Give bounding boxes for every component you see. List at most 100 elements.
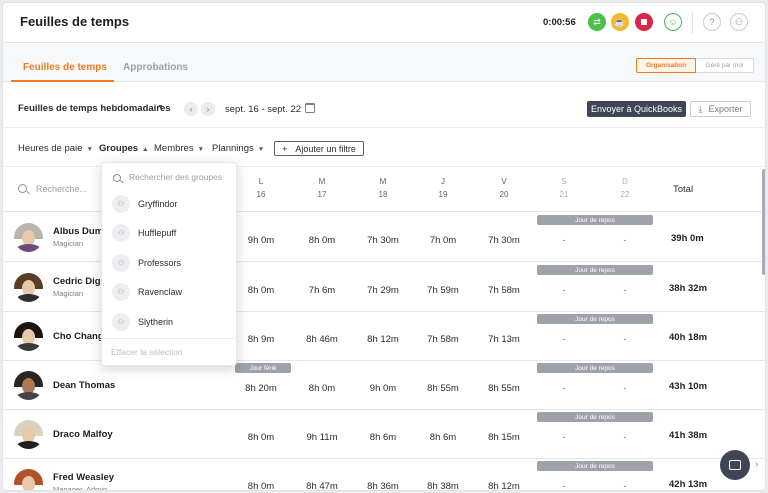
day-header: D 22	[620, 177, 630, 199]
switch-icon: ⇄	[593, 16, 601, 27]
dropdown-divider	[102, 338, 238, 339]
clear-selection-button[interactable]: Effacer la sélection	[111, 347, 183, 357]
table-row[interactable]: Fred Weasley Manager, Admin Jour de repo…	[3, 459, 765, 490]
member-role: Magician	[53, 239, 84, 248]
filter-members[interactable]: Membres ▼	[154, 143, 204, 154]
calendar-icon[interactable]	[305, 103, 315, 113]
time-cell[interactable]: 8h 38m	[413, 481, 473, 490]
filter-groups[interactable]: Groupes ▲	[99, 143, 149, 154]
chevron-right-icon[interactable]: ›	[755, 459, 758, 470]
time-cell[interactable]: 7h 29m	[353, 285, 413, 296]
time-cell[interactable]: 8h 0m	[231, 432, 291, 443]
group-search-input[interactable]: Rechercher des groupes	[129, 172, 233, 182]
total-column-header: Total	[673, 184, 694, 195]
time-cell[interactable]: -	[534, 334, 594, 345]
avatar	[14, 223, 43, 252]
row-total: 43h 10m	[669, 381, 708, 392]
time-cell[interactable]: -	[534, 383, 594, 394]
group-option-label: Gryffindor	[138, 199, 178, 209]
day-header: M 18	[378, 177, 388, 199]
time-cell[interactable]: 7h 30m	[353, 235, 413, 246]
send-to-quickbooks-button[interactable]: Envoyer à QuickBooks	[587, 101, 686, 117]
group-option-gryffindor[interactable]: ⚇ Gryffindor	[102, 190, 238, 219]
table-row[interactable]: Dean Thomas Jour férié Jour de repos 8h …	[3, 361, 765, 410]
time-cell[interactable]: 8h 0m	[292, 235, 352, 246]
add-filter-button[interactable]: + Ajouter un filtre	[274, 141, 364, 156]
time-cell[interactable]: 9h 0m	[353, 383, 413, 394]
caret-down-icon[interactable]: ▼	[157, 104, 164, 111]
scope-organisation-toggle[interactable]: Organisation	[636, 58, 696, 73]
chat-button[interactable]	[720, 450, 750, 480]
export-label: Exporter	[708, 104, 743, 114]
time-cell[interactable]: 7h 6m	[292, 285, 352, 296]
time-cell[interactable]: 8h 0m	[231, 285, 291, 296]
export-button[interactable]: ⤓ Exporter	[690, 101, 751, 117]
time-cell[interactable]: 7h 30m	[474, 235, 534, 246]
filter-schedules[interactable]: Plannings ▼	[212, 143, 264, 154]
time-cell[interactable]: 7h 58m	[474, 285, 534, 296]
time-cell[interactable]: 7h 0m	[413, 235, 473, 246]
group-option-ravenclaw[interactable]: ⚇ Ravenclaw	[102, 278, 238, 307]
time-cell[interactable]: -	[595, 432, 655, 443]
previous-week-button[interactable]: ‹	[184, 102, 198, 116]
scope-managed-toggle[interactable]: Géré par moi	[696, 58, 754, 73]
view-selector[interactable]: Feuilles de temps hebdomadaires	[18, 103, 171, 114]
time-cell[interactable]: -	[595, 285, 655, 296]
time-cell[interactable]: 8h 20m	[231, 383, 291, 394]
time-cell[interactable]: 8h 55m	[474, 383, 534, 394]
time-cell[interactable]: 8h 9m	[231, 334, 291, 345]
time-cell[interactable]: 8h 0m	[292, 383, 352, 394]
time-cell[interactable]: -	[534, 432, 594, 443]
search-icon	[18, 184, 27, 193]
time-cell[interactable]: -	[534, 285, 594, 296]
tab-timesheets[interactable]: Feuilles de temps	[23, 62, 107, 73]
time-cell[interactable]: -	[595, 235, 655, 246]
time-cell[interactable]: 8h 6m	[353, 432, 413, 443]
time-cell[interactable]: -	[534, 481, 594, 490]
stop-icon	[641, 19, 647, 25]
filter-pay-hours[interactable]: Heures de paie ▼	[18, 143, 93, 154]
group-option-label: Slytherin	[138, 317, 174, 327]
help-button[interactable]: ?	[703, 13, 721, 31]
time-cell[interactable]: 9h 11m	[292, 432, 352, 443]
time-cell[interactable]: 8h 47m	[292, 481, 352, 490]
switch-task-button[interactable]: ⇄	[588, 13, 606, 31]
scrollbar[interactable]	[762, 169, 765, 275]
avatar	[14, 420, 43, 449]
member-name: Cho Chang	[53, 331, 104, 342]
time-cell[interactable]: 8h 36m	[353, 481, 413, 490]
row-total: 40h 18m	[669, 332, 708, 343]
time-cell[interactable]: 9h 0m	[231, 235, 291, 246]
group-icon: ⚇	[112, 254, 130, 272]
time-cell[interactable]: 8h 15m	[474, 432, 534, 443]
time-cell[interactable]: -	[595, 334, 655, 345]
user-status-button[interactable]: ☺	[664, 13, 682, 31]
tab-approvals[interactable]: Approbations	[123, 62, 188, 73]
group-option-slytherin[interactable]: ⚇ Slytherin	[102, 308, 238, 337]
group-option-label: Ravenclaw	[138, 287, 183, 297]
time-cell[interactable]: 8h 55m	[413, 383, 473, 394]
break-button[interactable]: ☕	[611, 13, 629, 31]
time-cell[interactable]: 7h 13m	[474, 334, 534, 345]
team-button[interactable]: ⚇	[730, 13, 748, 31]
group-option-professors[interactable]: ⚇ Professors	[102, 249, 238, 278]
time-cell[interactable]: 8h 12m	[474, 481, 534, 490]
time-cell[interactable]: 8h 0m	[231, 481, 291, 490]
member-search-input[interactable]: Recherche...	[36, 184, 87, 194]
time-cell[interactable]: 8h 46m	[292, 334, 352, 345]
tabs-row: Feuilles de temps Approbations Organisat…	[3, 44, 765, 82]
time-cell[interactable]: 7h 59m	[413, 285, 473, 296]
time-cell[interactable]: 8h 6m	[413, 432, 473, 443]
active-tab-indicator	[11, 80, 114, 82]
group-option-hufflepuff[interactable]: ⚇ Hufflepuff	[102, 219, 238, 248]
time-cell[interactable]: 7h 58m	[413, 334, 473, 345]
time-cell[interactable]: -	[534, 235, 594, 246]
stop-button[interactable]	[635, 13, 653, 31]
next-week-button[interactable]: ›	[201, 102, 215, 116]
row-total: 39h 0m	[671, 233, 704, 244]
time-cell[interactable]: 8h 12m	[353, 334, 413, 345]
table-row[interactable]: Draco Malfoy Jour de repos 8h 0m 9h 11m …	[3, 410, 765, 459]
help-icon: ?	[709, 17, 715, 27]
time-cell[interactable]: -	[595, 481, 655, 490]
time-cell[interactable]: -	[595, 383, 655, 394]
